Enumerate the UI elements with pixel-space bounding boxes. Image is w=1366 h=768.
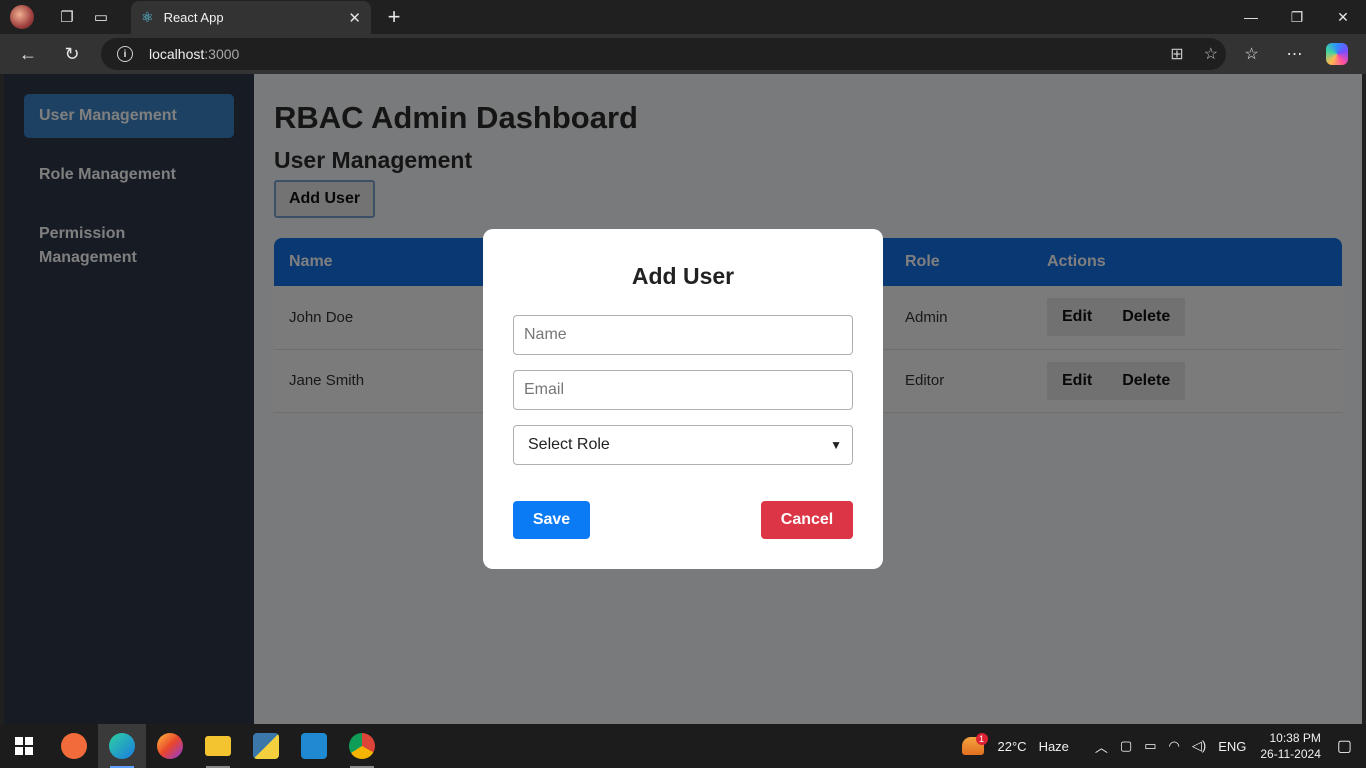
tab-actions-icon[interactable]: ▭	[84, 0, 118, 34]
windows-logo-icon	[15, 737, 33, 755]
address-bar-row: ← ↻ i localhost:3000 ⊞ ☆	[0, 34, 1366, 74]
taskbar-app-chrome[interactable]	[338, 724, 386, 768]
cancel-button[interactable]: Cancel	[761, 501, 853, 539]
save-button[interactable]: Save	[513, 501, 590, 539]
meet-now-icon[interactable]: ▢	[1120, 738, 1132, 754]
clock-date: 26-11-2024	[1260, 747, 1321, 761]
refresh-icon[interactable]: ↻	[50, 34, 94, 74]
window-controls: — ❐ ✕	[1228, 0, 1366, 34]
favorite-star-icon[interactable]: ☆	[1204, 44, 1218, 64]
new-tab-button[interactable]: +	[381, 3, 407, 31]
add-user-modal: Add User Name Email Select Role ▼ Save C…	[483, 229, 883, 569]
weather-icon[interactable]: 1	[961, 733, 988, 755]
profile-avatar[interactable]	[10, 5, 34, 29]
back-arrow-icon[interactable]: ←	[6, 34, 50, 74]
app-available-icon[interactable]: ⊞	[1170, 44, 1183, 64]
taskbar-app-brave[interactable]	[50, 724, 98, 768]
minimize-icon[interactable]: —	[1228, 0, 1274, 34]
python-icon	[253, 733, 279, 759]
chevron-down-icon: ▼	[830, 438, 842, 452]
browser-app-icon	[61, 733, 87, 759]
vscode-icon	[301, 733, 327, 759]
restore-icon[interactable]: ❐	[1274, 0, 1320, 34]
start-button[interactable]	[0, 724, 48, 768]
copilot-icon[interactable]	[1326, 43, 1348, 65]
weather-temperature[interactable]: 22°C	[998, 739, 1027, 754]
browser-toolbar: ☆ ⋯	[1230, 34, 1358, 74]
url-input[interactable]: i localhost:3000 ⊞ ☆	[101, 38, 1226, 70]
favorites-icon[interactable]: ☆	[1230, 34, 1273, 74]
modal-title: Add User	[631, 263, 735, 289]
notification-icon[interactable]: ▢	[1337, 736, 1352, 756]
taskbar-app-file-explorer[interactable]	[194, 724, 242, 768]
taskbar-app-edge[interactable]	[98, 724, 146, 768]
battery-icon[interactable]: ▭	[1144, 738, 1156, 754]
close-window-icon[interactable]: ✕	[1320, 0, 1366, 34]
weather-badge: 1	[975, 733, 988, 745]
edge-icon	[109, 733, 135, 759]
system-tray: 1 22°C Haze ︿ ▢ ▭ ◠ ◁) ENG 10:38 PM 26-1…	[961, 724, 1366, 768]
url-port: :3000	[204, 46, 240, 62]
workspaces-icon[interactable]: ❐	[50, 0, 84, 34]
language-indicator[interactable]: ENG	[1218, 739, 1246, 754]
windows-taskbar: 1 22°C Haze ︿ ▢ ▭ ◠ ◁) ENG 10:38 PM 26-1…	[0, 724, 1366, 768]
folder-icon	[205, 736, 231, 756]
clock[interactable]: 10:38 PM 26-11-2024	[1260, 730, 1321, 762]
clock-time: 10:38 PM	[1269, 731, 1321, 745]
weather-condition[interactable]: Haze	[1039, 739, 1069, 754]
firefox-icon	[157, 733, 183, 759]
taskbar-app-firefox[interactable]	[146, 724, 194, 768]
role-select-value: Select Role	[528, 436, 610, 453]
url-host: localhost	[149, 46, 205, 62]
tab-title: React App	[163, 10, 224, 25]
taskbar-app-vscode[interactable]	[290, 724, 338, 768]
react-icon: ⚛	[141, 9, 154, 25]
email-input[interactable]: Email	[513, 370, 853, 410]
chrome-icon	[349, 733, 375, 759]
site-info-icon[interactable]: i	[117, 46, 133, 62]
role-select[interactable]: Select Role ▼	[513, 425, 853, 465]
browser-tab-react-app[interactable]: ⚛ React App ✕	[131, 1, 371, 34]
volume-icon[interactable]: ◁)	[1192, 738, 1206, 754]
close-tab-icon[interactable]: ✕	[348, 9, 361, 27]
taskbar-app-python[interactable]	[242, 724, 290, 768]
more-menu-icon[interactable]: ⋯	[1273, 34, 1316, 74]
wifi-icon[interactable]: ◠	[1169, 738, 1180, 754]
chevron-up-icon[interactable]: ︿	[1095, 737, 1108, 756]
name-input[interactable]: Name	[513, 315, 853, 355]
